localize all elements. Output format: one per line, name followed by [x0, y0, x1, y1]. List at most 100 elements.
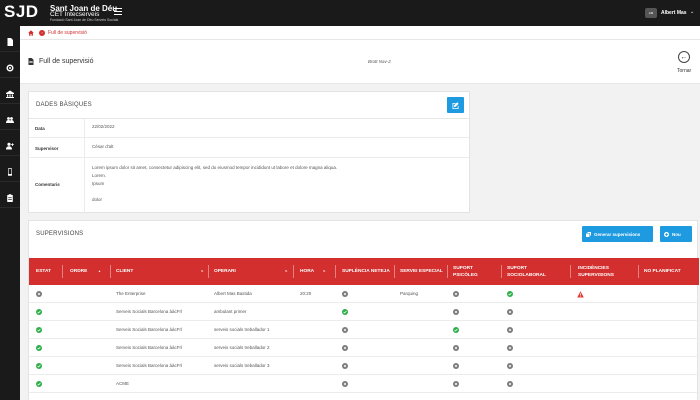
label-comentaris: Comentaris	[35, 182, 60, 187]
col-no-planificat[interactable]: NO PLANIFICAT	[644, 258, 681, 285]
sidebar-item-institution[interactable]	[0, 84, 20, 104]
col-incidencies[interactable]: INCIDÈNCIES SUPERVISIONS	[578, 258, 638, 285]
table-row[interactable]: Serveis Socials Barcelona ààcFrl serveis …	[29, 339, 699, 357]
back-button[interactable]: ←	[678, 51, 690, 63]
col-ordre[interactable]: ORDRE	[70, 258, 87, 285]
logo-foundation: Fundació Sant Joan de Déu Serveis Social…	[50, 18, 119, 22]
table-header: ESTAT ORDRE ▲ CLIENT ⇅ OPERARI ⇅ HORA ⇅ …	[29, 258, 699, 285]
col-separator	[62, 265, 63, 278]
sidebar-item-clipboard[interactable]	[0, 188, 20, 208]
col-servei-especial[interactable]: SERVEI ESPECIAL	[400, 258, 444, 285]
check-icon	[507, 291, 513, 297]
col-client[interactable]: CLIENT	[116, 258, 133, 285]
document-icon	[7, 37, 13, 46]
comment-line: Lorem.	[92, 173, 107, 178]
sidebar-item-mobile[interactable]	[0, 162, 20, 182]
col-separator	[570, 265, 571, 278]
sort-icon[interactable]: ⇅	[201, 269, 204, 273]
col-separator	[501, 265, 502, 278]
warning-icon	[577, 290, 584, 297]
avatar[interactable]: AM	[645, 8, 657, 18]
cross-icon	[342, 291, 348, 297]
phone-icon	[8, 167, 12, 176]
sort-icon[interactable]: ⇅	[285, 269, 288, 273]
value-supervisor: Cèsar d'alt	[92, 143, 114, 149]
cross-icon	[342, 381, 348, 387]
col-suplencia[interactable]: SUPLÈNCIA NETEJA	[342, 258, 390, 285]
cross-icon	[453, 363, 459, 369]
supervisions-card: SUPERVISIONS Generar supervisions Nou ES…	[28, 220, 699, 400]
cell-client: Serveis Socials Barcelona ààcFrl	[116, 327, 183, 332]
col-separator	[293, 265, 294, 278]
table-row[interactable]: ACME	[29, 375, 699, 393]
edit-icon	[452, 101, 459, 109]
new-label: Nou	[672, 231, 681, 237]
cross-icon	[342, 345, 348, 351]
table-row[interactable]: Serveis Socials Barcelona ààcFrl ambulant…	[29, 303, 699, 321]
col-suport-psicoleg[interactable]: SUPORT PSICÒLEG	[453, 258, 497, 285]
generate-supervisions-button[interactable]: Generar supervisions	[582, 226, 653, 242]
edit-button[interactable]	[447, 97, 464, 113]
cross-icon	[342, 363, 348, 369]
logo-mark: SJD	[4, 2, 39, 21]
sort-up-icon[interactable]: ▲	[98, 269, 101, 273]
sidebar-item-add-user[interactable]	[0, 136, 20, 156]
sort-icon[interactable]: ⇅	[323, 269, 326, 273]
cell-client: ACME	[116, 381, 130, 386]
col-suport-sociolaboral[interactable]: SUPORT SOCIOLABORAL	[507, 258, 567, 285]
breadcrumb: › Full de supervisió	[20, 26, 700, 40]
plus-circle-icon	[664, 231, 669, 237]
check-icon	[36, 381, 42, 387]
cross-icon	[507, 345, 513, 351]
sidebar-item-documents[interactable]	[0, 32, 20, 52]
copy-icon	[586, 231, 591, 237]
cell-operari: serveis socials treballador 2	[214, 345, 270, 350]
home-icon[interactable]	[28, 30, 34, 36]
menu-icon[interactable]	[114, 8, 122, 16]
chevron-down-icon[interactable]: ⌄	[690, 9, 694, 15]
user-plus-icon	[6, 142, 14, 149]
cell-client: Serveis Socials Barcelona ààcFrl	[116, 345, 183, 350]
comment-line: dolor	[92, 197, 103, 202]
cell-client: Serveis Socials Barcelona ààcFrl	[116, 363, 183, 368]
col-operari[interactable]: OPERARI	[214, 258, 236, 285]
back-label[interactable]: Tornar	[677, 68, 691, 74]
cross-icon	[342, 327, 348, 333]
col-estat[interactable]: ESTAT	[36, 258, 51, 285]
card-title: SUPERVISIONS	[36, 231, 84, 237]
cell-servei-especial: Parquing	[400, 291, 419, 296]
check-icon	[36, 363, 42, 369]
row-comentaris: Comentaris Lorem ipsum dolor sit amet, c…	[29, 158, 469, 213]
cross-icon	[453, 381, 459, 387]
col-separator	[638, 265, 639, 278]
cell-client: Serveis Socials Barcelona ààcFrl	[116, 309, 183, 314]
top-bar: SJD Sant Joan de Déu CET Intecserveis Fu…	[0, 0, 700, 26]
cross-icon	[507, 309, 513, 315]
comment-line	[92, 188, 462, 196]
divider	[84, 138, 85, 157]
label-data: Data	[35, 126, 45, 131]
cell-client: The Enterprise	[116, 291, 146, 296]
cell-hora: 20:20	[300, 291, 312, 296]
user-name[interactable]: Albert Mas	[661, 10, 687, 16]
sidebar-item-settings[interactable]	[0, 58, 20, 78]
target-icon	[6, 64, 14, 71]
page-header: Full de supervisió Brott Nav-2 ← Tornar	[20, 40, 700, 84]
cell-operari: serveis socials treballador 3	[214, 363, 270, 368]
breadcrumb-current[interactable]: Full de supervisió	[48, 30, 87, 36]
col-hora[interactable]: HORA	[300, 258, 314, 285]
users-icon	[6, 116, 14, 123]
new-button[interactable]: Nou	[660, 226, 692, 242]
sidebar-item-users[interactable]	[0, 110, 20, 130]
cross-icon	[507, 363, 513, 369]
comment-line: Ipsum	[92, 181, 105, 186]
table-row[interactable]: Serveis Socials Barcelona ààcFrl serveis …	[29, 357, 699, 375]
arrow-right-icon: ›	[39, 29, 45, 36]
table-row[interactable]: The Enterprise Albert Mas Bastida 20:20 Par…	[29, 285, 699, 303]
building-icon	[6, 90, 14, 98]
check-icon	[36, 309, 42, 315]
table-row[interactable]: Serveis Socials Barcelona ààcFrl serveis …	[29, 321, 699, 339]
logo-subtitle: CET Intecserveis	[50, 11, 100, 18]
cell-operari: Albert Mas Bastida	[214, 291, 252, 296]
clipboard-icon	[7, 193, 13, 202]
